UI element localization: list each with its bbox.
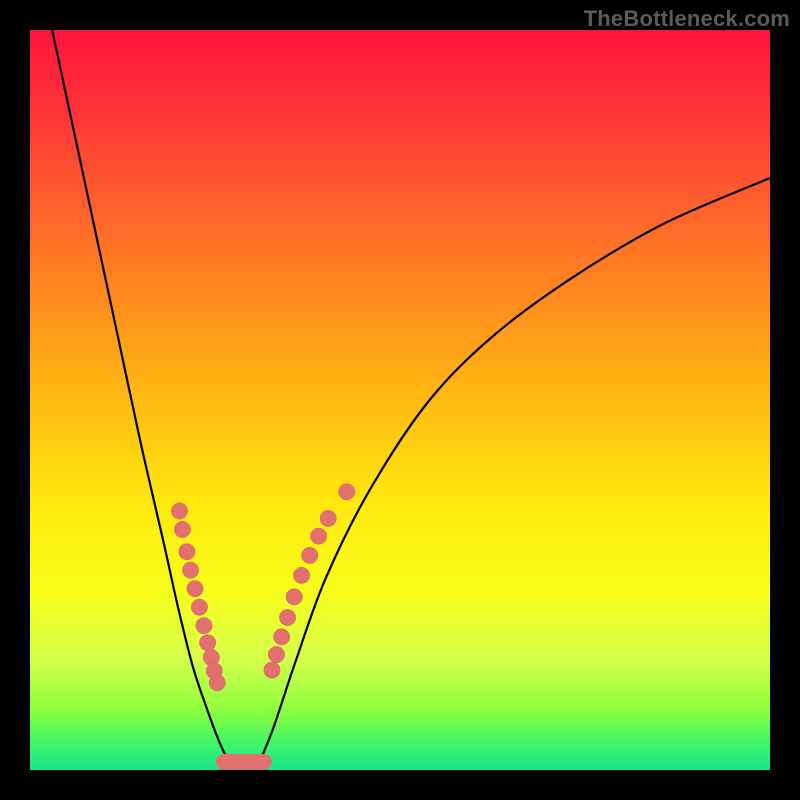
data-point-dot <box>320 510 336 526</box>
left-branch-dots <box>171 503 225 691</box>
data-point-dot <box>174 521 190 537</box>
chart-svg <box>30 30 770 770</box>
data-point-dot <box>182 562 198 578</box>
data-point-dot <box>196 618 212 634</box>
data-point-dot <box>187 581 203 597</box>
plot-area <box>30 30 770 770</box>
data-point-dot <box>302 547 318 563</box>
data-point-dot <box>310 528 326 544</box>
data-point-dot <box>293 567 309 583</box>
data-point-dot <box>179 544 195 560</box>
data-point-dot <box>191 599 207 615</box>
data-point-dot <box>264 662 280 678</box>
data-point-dot <box>199 635 215 651</box>
image-root: { "watermark": "TheBottleneck.com", "cha… <box>0 0 800 800</box>
data-point-dot <box>279 609 295 625</box>
data-point-dot <box>273 629 289 645</box>
data-point-dot <box>209 674 225 690</box>
data-point-dot <box>286 589 302 605</box>
right-branch-curve <box>261 178 770 759</box>
data-point-dot <box>268 646 284 662</box>
left-branch-curve <box>52 30 228 761</box>
right-branch-dots <box>264 484 355 679</box>
data-point-dot <box>171 503 187 519</box>
watermark-text: TheBottleneck.com <box>584 6 790 32</box>
data-point-dot <box>339 484 355 500</box>
